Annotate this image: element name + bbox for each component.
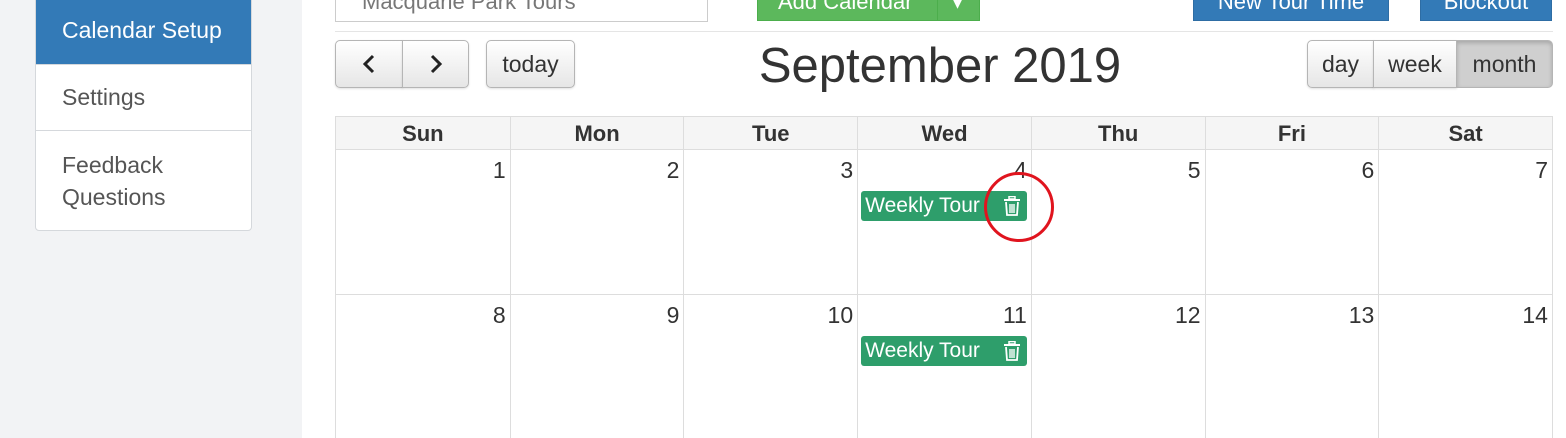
chevron-left-icon [362, 54, 375, 74]
calendar-title: September 2019 [758, 39, 1122, 93]
blockout-label: Blockout [1443, 0, 1529, 14]
event-title: Weekly Tour [865, 194, 980, 217]
weekday-header-cell: Tue [683, 117, 857, 150]
day-number: 4 [1014, 157, 1027, 183]
day-cell[interactable]: 3 [683, 150, 857, 294]
sidebar-item-label: Feedback Questions [62, 152, 166, 210]
day-number: 2 [666, 157, 680, 183]
add-calendar-dropdown-button[interactable]: ▾ [937, 0, 980, 21]
day-number: 8 [492, 302, 506, 328]
day-cell[interactable]: 5 [1030, 150, 1205, 294]
sidebar-item-calendar-setup[interactable]: Calendar Setup [36, 0, 251, 64]
blockout-button[interactable]: Blockout [1420, 0, 1552, 21]
sidebar-item-label: Calendar Setup [62, 17, 222, 43]
event-title: Weekly Tour [865, 339, 980, 362]
trash-icon[interactable] [1003, 341, 1021, 361]
day-cell[interactable]: 6 [1204, 150, 1379, 294]
sidebar-item-label: Settings [62, 84, 146, 110]
day-number: 1 [492, 157, 506, 183]
day-number: 5 [1187, 157, 1201, 183]
day-cell[interactable]: 1 [336, 150, 510, 294]
day-cell[interactable]: 13 [1204, 295, 1379, 438]
day-cell[interactable]: 8 [336, 295, 510, 438]
today-label: today [502, 50, 559, 77]
view-week-button[interactable]: week [1373, 40, 1457, 88]
day-number: 13 [1348, 302, 1375, 328]
week-row: 8 9 10 11 Weekly Tour 12 13 14 [336, 295, 1552, 438]
add-calendar-button[interactable]: Add Calendar [757, 0, 938, 21]
event-weekly-tour[interactable]: Weekly Tour [861, 191, 1028, 221]
weekday-header-cell: Thu [1030, 117, 1205, 150]
day-cell[interactable]: 14 [1378, 295, 1552, 438]
day-number: 14 [1522, 302, 1548, 328]
weekday-header-cell: Wed [857, 117, 1031, 150]
day-cell[interactable]: 7 [1378, 150, 1552, 294]
sidebar-menu: Calendar Setup Settings Feedback Questio… [35, 0, 252, 231]
view-day-button[interactable]: day [1307, 40, 1374, 88]
day-number: 10 [827, 302, 854, 328]
day-cell[interactable]: 10 [683, 295, 857, 438]
weekday-header-cell: Sun [402, 121, 444, 146]
chevron-right-icon [430, 54, 442, 74]
day-number: 11 [1002, 302, 1027, 328]
trash-icon[interactable] [1003, 196, 1021, 216]
sidebar-item-feedback-questions[interactable]: Feedback Questions [36, 130, 251, 230]
day-number: 3 [840, 157, 854, 183]
day-cell[interactable]: 9 [509, 295, 684, 438]
new-tour-time-label: New Tour Time [1217, 0, 1365, 14]
day-number: 9 [666, 302, 680, 328]
month-grid: Sun Mon Tue Wed Thu Fri Sat 1 2 3 4 Week… [335, 116, 1553, 438]
caret-down-icon: ▾ [952, 0, 964, 14]
event-weekly-tour[interactable]: Weekly Tour [861, 336, 1028, 366]
divider [335, 31, 1553, 32]
calendar-select[interactable]: Macquarie Park Tours [335, 0, 708, 22]
sidebar-item-settings[interactable]: Settings [36, 64, 251, 130]
new-tour-time-button[interactable]: New Tour Time [1193, 0, 1389, 21]
day-cell[interactable]: 4 Weekly Tour [857, 150, 1031, 294]
add-calendar-label: Add Calendar [778, 0, 913, 14]
calendar-select-value: Macquarie Park Tours [362, 0, 576, 14]
day-cell[interactable]: 12 [1030, 295, 1205, 438]
view-month-label: month [1472, 50, 1537, 77]
day-cell[interactable]: 11 Weekly Tour [857, 295, 1031, 438]
day-number: 7 [1535, 157, 1548, 183]
prev-button[interactable] [335, 40, 403, 88]
weekday-header-cell: Mon [509, 117, 684, 150]
day-number: 12 [1174, 302, 1201, 328]
today-button[interactable]: today [486, 40, 575, 88]
view-month-button[interactable]: month [1456, 40, 1553, 88]
next-button[interactable] [402, 40, 469, 88]
view-week-label: week [1388, 50, 1442, 77]
day-cell[interactable]: 2 [509, 150, 684, 294]
weekday-header-cell: Fri [1204, 117, 1379, 150]
left-panel: Calendar Setup Settings Feedback Questio… [0, 0, 302, 438]
weekday-header-cell: Sat [1378, 117, 1552, 150]
weekday-header: Sun Mon Tue Wed Thu Fri Sat [336, 116, 1552, 150]
view-day-label: day [1321, 50, 1360, 77]
week-row: 1 2 3 4 Weekly Tour 5 6 7 [336, 150, 1552, 295]
day-number: 6 [1361, 157, 1375, 183]
